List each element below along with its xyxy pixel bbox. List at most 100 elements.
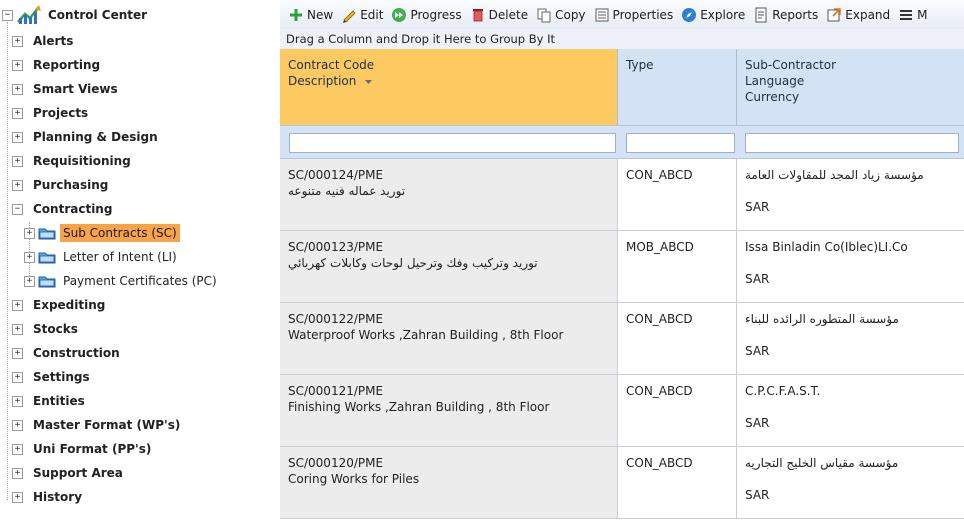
tree-subitem[interactable]: + Sub Contracts (SC) (24, 222, 180, 244)
cell-subcontractor[interactable]: مؤسسة زياد المجد للمقاولات العامة SAR (737, 159, 964, 230)
tree-item-label[interactable]: Uni Format (PP's) (33, 442, 151, 456)
m-button[interactable]: M (898, 4, 928, 26)
tree-root-label[interactable]: Control Center (48, 8, 147, 22)
tree-item-label[interactable]: Expediting (33, 298, 105, 312)
tree-item[interactable]: + Alerts (12, 30, 73, 52)
tree-item[interactable]: + Settings (12, 366, 90, 388)
tree-item[interactable]: + Master Format (WP's) (12, 414, 180, 436)
tree-item-label[interactable]: Construction (33, 346, 120, 360)
expand-icon[interactable]: + (12, 395, 23, 407)
tree-item-label[interactable]: Requisitioning (33, 154, 131, 168)
tree-subitem[interactable]: + Letter of Intent (LI) (24, 246, 180, 268)
expand-icon[interactable]: + (12, 323, 23, 335)
expand-icon[interactable]: + (12, 371, 23, 383)
tree-item-label[interactable]: Contracting (33, 202, 112, 216)
tree-item[interactable]: + Projects (12, 102, 88, 124)
expand-icon[interactable]: + (12, 299, 23, 311)
tree-item[interactable]: + Smart Views (12, 78, 118, 100)
expand-icon[interactable]: + (12, 491, 23, 503)
expand-icon[interactable]: + (12, 83, 23, 95)
tree-item-label[interactable]: Support Area (33, 466, 123, 480)
tree-item[interactable]: + Construction (12, 342, 120, 364)
tree-item[interactable]: + Expediting (12, 294, 105, 316)
tree-item[interactable]: − Contracting (12, 198, 112, 220)
collapse-icon[interactable]: − (2, 9, 13, 21)
expand-icon[interactable]: + (12, 155, 23, 167)
cell-contract-code[interactable]: SC/000120/PME Coring Works for Piles (280, 447, 618, 518)
tree-item-label[interactable]: History (33, 490, 82, 504)
reports-button[interactable]: Reports (753, 4, 818, 26)
group-by-panel[interactable]: Drag a Column and Drop it Here to Group … (280, 29, 964, 49)
filter-type-input[interactable] (626, 133, 735, 153)
column-header-subcontractor[interactable]: Sub-Contractor Language Currency (737, 49, 964, 125)
expand-icon[interactable]: + (12, 131, 23, 143)
table-row[interactable]: SC/000122/PME Waterproof Works ,Zahran Bu… (280, 303, 964, 375)
tree-item[interactable]: + Requisitioning (12, 150, 131, 172)
cell-contract-code[interactable]: SC/000124/PME توريد عماله فنيه متنوعه (280, 159, 618, 230)
filter-contract-code-input[interactable] (289, 133, 616, 153)
progress-button[interactable]: Progress (391, 4, 462, 26)
cell-type[interactable]: CON_ABCD (618, 375, 737, 446)
cell-type[interactable]: MOB_ABCD (618, 231, 737, 302)
tree-subitem[interactable]: + Payment Certificates (PC) (24, 270, 220, 292)
cell-subcontractor[interactable]: C.P.C.F.A.S.T. SAR (737, 375, 964, 446)
expand-icon[interactable]: + (12, 35, 23, 47)
tree-item[interactable]: + Uni Format (PP's) (12, 438, 151, 460)
tree-item[interactable]: + Stocks (12, 318, 78, 340)
column-header-contract-code[interactable]: Contract Code Description (280, 49, 618, 125)
tree-item-label[interactable]: Purchasing (33, 178, 108, 192)
cell-contract-code[interactable]: SC/000123/PME توريد وتركيب وفك وترحيل لوح… (280, 231, 618, 302)
tree-item[interactable]: + Entities (12, 390, 85, 412)
table-row[interactable]: SC/000120/PME Coring Works for Piles CON_A… (280, 447, 964, 519)
tree-item-label[interactable]: Projects (33, 106, 88, 120)
new-button[interactable]: New (288, 4, 333, 26)
tree-item[interactable]: + Support Area (12, 462, 123, 484)
expand-icon[interactable]: + (12, 347, 23, 359)
tree-subitem-label[interactable]: Letter of Intent (LI) (60, 248, 180, 266)
column-header-type[interactable]: Type (618, 49, 737, 125)
tree-item-label[interactable]: Settings (33, 370, 90, 384)
cell-subcontractor[interactable]: مؤسسة مقياس الخليج التجاريه SAR (737, 447, 964, 518)
cell-subcontractor[interactable]: Issa Binladin Co(Iblec)LI.Co SAR (737, 231, 964, 302)
expand-icon[interactable]: + (12, 59, 23, 71)
cell-type[interactable]: CON_ABCD (618, 447, 737, 518)
delete-button[interactable]: Delete (470, 4, 528, 26)
expand-icon[interactable]: + (12, 443, 23, 455)
expand-icon[interactable]: + (12, 467, 23, 479)
cell-type[interactable]: CON_ABCD (618, 159, 737, 230)
explore-button[interactable]: Explore (681, 4, 745, 26)
tree-item-label[interactable]: Alerts (33, 34, 73, 48)
tree-item-label[interactable]: Smart Views (33, 82, 118, 96)
tree-item-label[interactable]: Master Format (WP's) (33, 418, 180, 432)
cell-subcontractor[interactable]: مؤسسة المتطوره الرائده للبناء SAR (737, 303, 964, 374)
properties-button[interactable]: Properties (594, 4, 673, 26)
copy-button[interactable]: Copy (536, 4, 586, 26)
tree-root[interactable]: − Control Center (2, 4, 147, 26)
expand-icon[interactable]: + (12, 107, 23, 119)
tree-item[interactable]: + History (12, 486, 82, 508)
table-row[interactable]: SC/000121/PME Finishing Works ,Zahran Bui… (280, 375, 964, 447)
tree-subitem-label[interactable]: Sub Contracts (SC) (60, 224, 180, 242)
tree-item-label[interactable]: Reporting (33, 58, 100, 72)
table-row[interactable]: SC/000124/PME توريد عماله فنيه متنوعه CON_… (280, 159, 964, 231)
cell-contract-code[interactable]: SC/000122/PME Waterproof Works ,Zahran Bu… (280, 303, 618, 374)
edit-button[interactable]: Edit (341, 4, 383, 26)
expand-icon[interactable]: + (24, 275, 35, 287)
table-row[interactable]: SC/000123/PME توريد وتركيب وفك وترحيل لوح… (280, 231, 964, 303)
tree-item[interactable]: + Purchasing (12, 174, 108, 196)
tree-item-label[interactable]: Planning & Design (33, 130, 158, 144)
expand-icon[interactable]: + (24, 251, 35, 263)
tree-item[interactable]: + Reporting (12, 54, 100, 76)
tree-item[interactable]: + Planning & Design (12, 126, 158, 148)
cell-type[interactable]: CON_ABCD (618, 303, 737, 374)
cell-contract-code[interactable]: SC/000121/PME Finishing Works ,Zahran Bui… (280, 375, 618, 446)
tree-item-label[interactable]: Entities (33, 394, 85, 408)
expand-icon[interactable]: + (24, 227, 35, 239)
collapse-icon[interactable]: − (12, 203, 23, 215)
tree-subitem-label[interactable]: Payment Certificates (PC) (60, 272, 220, 290)
expand-button[interactable]: Expand (826, 4, 890, 26)
expand-icon[interactable]: + (12, 419, 23, 431)
filter-subcontractor-input[interactable] (745, 133, 959, 153)
expand-icon[interactable]: + (12, 179, 23, 191)
tree-item-label[interactable]: Stocks (33, 322, 78, 336)
